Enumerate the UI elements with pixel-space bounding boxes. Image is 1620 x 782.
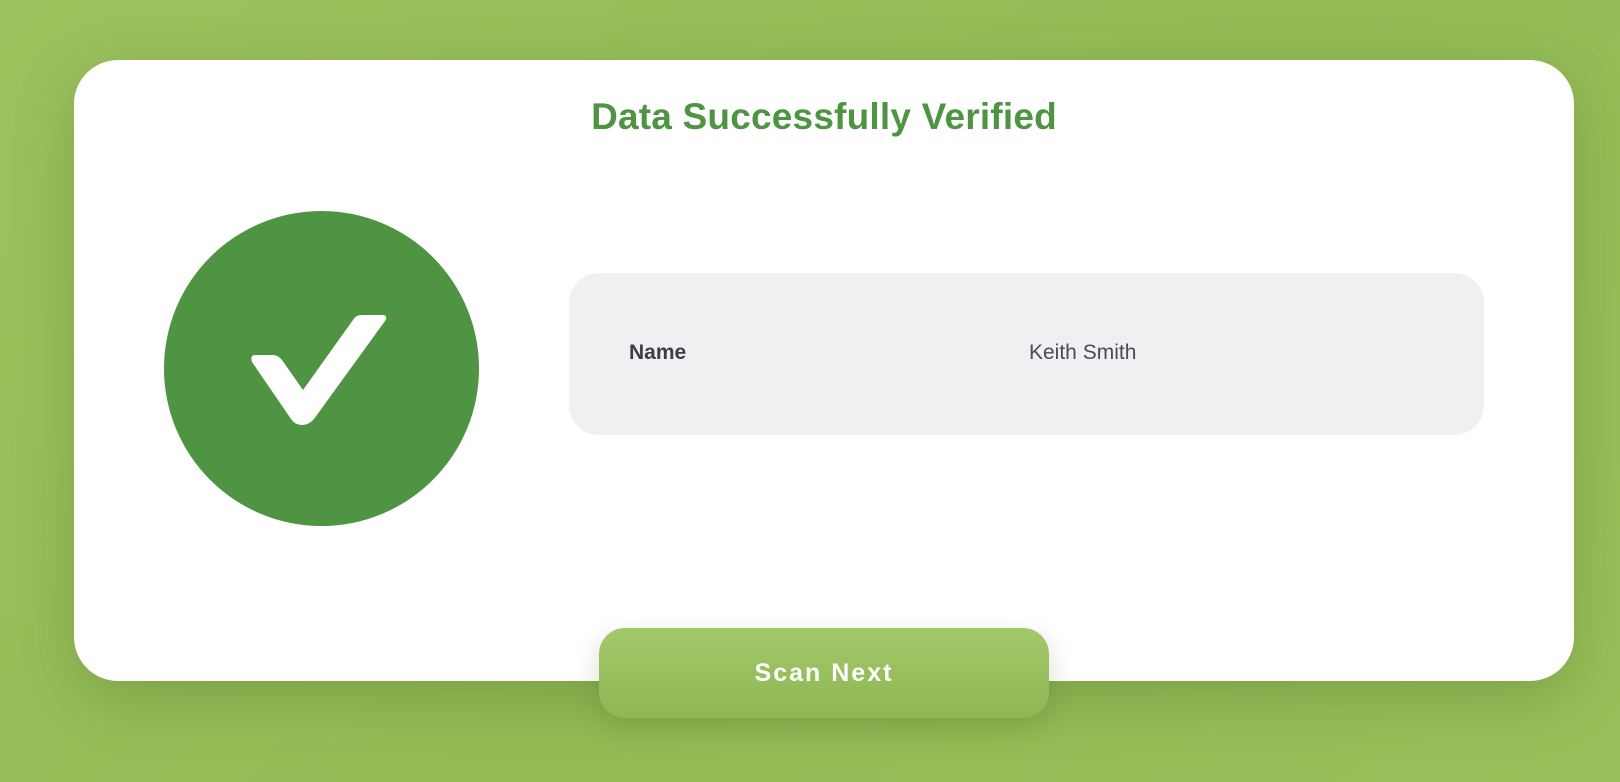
field-value: Keith Smith [1029, 341, 1137, 364]
field-label: Name [629, 341, 687, 364]
checkmark-icon [251, 315, 387, 425]
scan-next-button[interactable]: Scan Next [599, 628, 1049, 718]
page-title: Data Successfully Verified [591, 96, 1057, 137]
detail-row-name: Name Keith Smith [569, 273, 1484, 435]
success-status-badge [164, 211, 479, 526]
verification-card: Data Successfully Verified Name Keith Sm… [74, 60, 1574, 681]
details-panel: Name Keith Smith [569, 273, 1484, 435]
